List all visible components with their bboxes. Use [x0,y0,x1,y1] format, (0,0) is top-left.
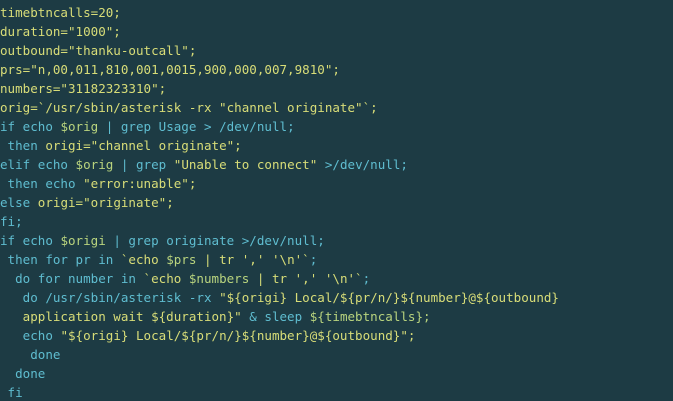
code-token: timebtncalls=20; [0,5,121,20]
code-token: duration="1000"; [0,24,121,39]
code-token: then for pr in [0,252,121,267]
code-token: application wait ${duration}" [0,309,242,324]
code-line-11: else origi="originate"; [0,193,673,212]
code-line-13: if echo $origi | grep originate >/dev/nu… [0,231,673,250]
code-token: fi; [0,214,23,229]
code-token: "${origi} Local/${pr/n/}${number}@${outb… [219,290,559,305]
code-line-3: outbound="thanku-outcall"; [0,41,673,60]
code-token: numbers="31182323310"; [0,81,167,96]
code-token: | tr ',' '\n'` [249,271,363,286]
code-token: "error:unable"; [83,176,197,191]
code-token: $orig [60,119,99,134]
code-token: do for number in [0,271,144,286]
code-token: ${timebtncalls}; [309,309,431,324]
code-token: do /usr/sbin/asterisk -rx [0,290,220,305]
code-token: ; [309,252,318,267]
code-line-17: application wait ${duration}" & sleep ${… [0,307,673,326]
code-token: outbound="thanku-outcall"; [0,43,197,58]
code-token: >/dev/null; [317,157,408,172]
code-token: $origi [60,233,106,248]
code-token: | grep [113,157,174,172]
code-token: | grep Usage > /dev/null; [98,119,295,134]
code-line-9: elif echo $orig | grep "Unable to connec… [0,155,673,174]
code-token: else [0,195,38,210]
code-token: $numbers [188,271,250,286]
code-line-8: then origi="channel originate"; [0,136,673,155]
code-line-15: do for number in `echo $numbers | tr ','… [0,269,673,288]
code-token: origi="originate"; [37,195,174,210]
code-line-19: done [0,345,673,364]
code-token: if [0,119,16,134]
code-token: echo [0,328,61,343]
code-line-10: then echo "error:unable"; [0,174,673,193]
code-token: $prs [166,252,197,267]
code-token: elif echo [0,157,76,172]
code-token: `echo [120,252,167,267]
code-token: & sleep [241,309,310,324]
code-token: $orig [75,157,114,172]
code-token: origi="channel originate"; [45,138,242,153]
code-line-18: echo "${origi} Local/${pr/n/}${number}@$… [0,326,673,345]
code-token: fi [0,385,23,400]
code-line-16: do /usr/sbin/asterisk -rx "${origi} Loca… [0,288,673,307]
code-token: `echo [143,271,189,286]
code-token: orig=`/usr/sbin/asterisk -rx "channel or… [0,100,378,115]
code-line-1: timebtncalls=20; [0,3,673,22]
code-token: | grep originate >/dev/null; [105,233,325,248]
code-token: done [0,366,46,381]
code-line-7: if echo $orig | grep Usage > /dev/null; [0,117,673,136]
code-line-12: fi; [0,212,673,231]
code-token: "${origi} Local/${pr/n/}${number}@${outb… [60,328,416,343]
code-token: then echo [0,176,84,191]
code-line-14: then for pr in `echo $prs | tr ',' '\n'`… [0,250,673,269]
code-editor[interactable]: timebtncalls=20; duration="1000"; outbound… [0,0,673,401]
code-token: ; [362,271,371,286]
code-line-5: numbers="31182323310"; [0,79,673,98]
code-line-20: done [0,364,673,383]
code-line-2: duration="1000"; [0,22,673,41]
code-token: done [0,347,61,362]
code-token: then [0,138,46,153]
code-token: echo [15,119,61,134]
code-token: "Unable to connect" [173,157,318,172]
code-token: prs="n,00,011,810,001,0015,900,000,007,9… [0,62,340,77]
code-token: | tr ',' '\n'` [196,252,310,267]
code-token: if echo [0,233,61,248]
code-line-4: prs="n,00,011,810,001,0015,900,000,007,9… [0,60,673,79]
code-line-6: orig=`/usr/sbin/asterisk -rx "channel or… [0,98,673,117]
code-line-21: fi [0,383,673,401]
